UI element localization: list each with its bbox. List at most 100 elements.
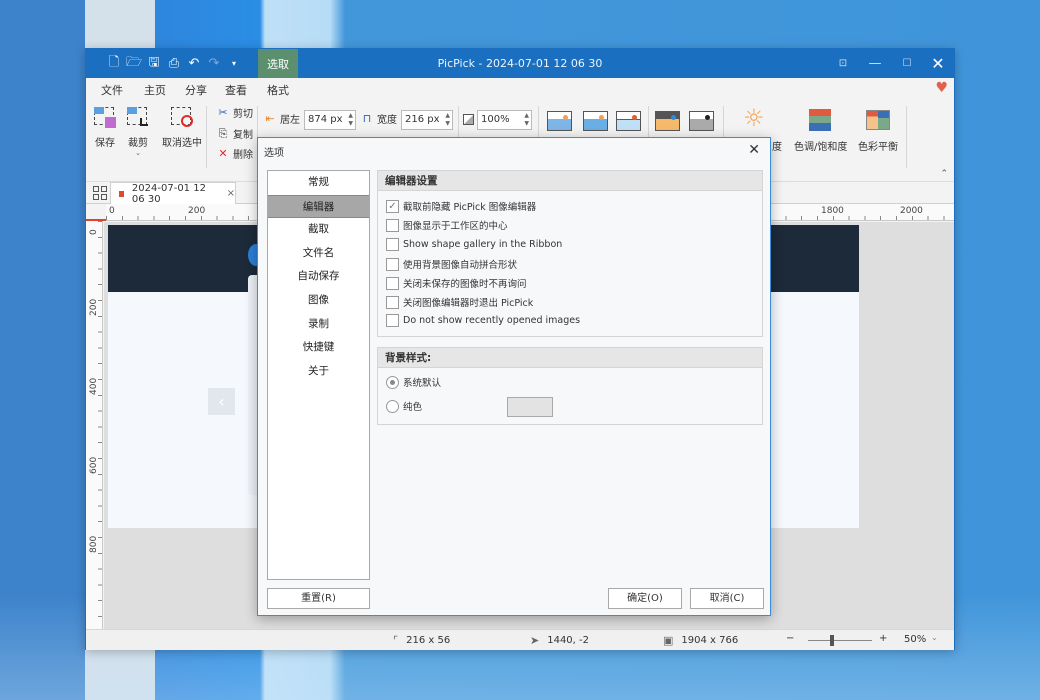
checkbox-icon[interactable]	[386, 295, 399, 309]
nav-item-editor[interactable]: 编辑器	[268, 194, 369, 219]
nav-item-about[interactable]: 关于	[268, 360, 369, 384]
checkbox-icon[interactable]	[386, 314, 399, 327]
option-label: 关闭图像编辑器时退出 PicPick	[403, 298, 534, 309]
option-label: 关闭未保存的图像时不再询问	[403, 279, 527, 290]
cancel-button[interactable]: 取消(C)	[690, 588, 764, 609]
deselect-icon	[169, 106, 195, 128]
quick-access-toolbar: 🗋 🗁 🖫 ⎙ ↶ ↷ ▾	[104, 49, 244, 78]
brightness-icon[interactable]: ☼	[743, 104, 765, 132]
ruler-label: 200	[188, 206, 206, 216]
radio-system-default[interactable]: 系统默认	[386, 375, 441, 389]
hue-saturation-icon[interactable]	[809, 109, 831, 131]
minimize-icon[interactable]: —	[859, 49, 891, 78]
hue-saturation-label[interactable]: 色调/饱和度	[794, 138, 847, 153]
nav-item-capture[interactable]: 截取	[268, 218, 369, 242]
ruler-label: 2000	[900, 206, 923, 216]
effect-outline-icon[interactable]	[616, 111, 641, 131]
dialog-title: 选项	[264, 148, 284, 159]
nav-item-autosave[interactable]: 自动保存	[268, 265, 369, 289]
effect-blur-icon[interactable]	[547, 111, 572, 131]
menu-format[interactable]: 格式	[267, 82, 289, 103]
nav-item-image[interactable]: 图像	[268, 289, 369, 313]
new-icon[interactable]: 🗋	[104, 54, 124, 74]
close-icon[interactable]: ✕	[922, 49, 954, 78]
thumbnail-view-icon[interactable]	[93, 186, 107, 200]
spinner-arrows-icon[interactable]: ▲ ▼	[445, 112, 450, 128]
color-balance-icon[interactable]	[866, 110, 890, 130]
zoom-dropdown-icon[interactable]: ⌄	[931, 633, 938, 642]
option-no-ask-unsaved[interactable]: 关闭未保存的图像时不再询问	[386, 276, 527, 290]
crop-dropdown-icon[interactable]: ⌄	[135, 149, 141, 157]
undo-icon[interactable]: ↶	[184, 54, 204, 74]
dialog-close-icon[interactable]: ✕	[748, 142, 760, 158]
option-auto-merge-shapes[interactable]: 使用背景图像自动拼合形状	[386, 257, 517, 271]
close-tab-icon[interactable]: ×	[227, 188, 235, 199]
reset-button[interactable]: 重置(R)	[267, 588, 370, 609]
effect-sharpen-icon[interactable]	[583, 111, 608, 131]
nav-item-record[interactable]: 录制	[268, 313, 369, 337]
zoom-input[interactable]: 100% ▲ ▼	[477, 110, 532, 130]
collapse-ribbon-icon[interactable]: ⌃	[940, 169, 948, 179]
crop-button[interactable]: 裁剪 ⌄	[125, 106, 151, 157]
option-exit-on-close[interactable]: 关闭图像编辑器时退出 PicPick	[386, 295, 533, 309]
zoom-slider-thumb[interactable]	[829, 635, 834, 646]
checkbox-icon[interactable]	[386, 218, 399, 232]
image-size-status: ▣ 1904 x 766	[663, 634, 738, 647]
ruler-label: 0	[109, 206, 115, 216]
save-icon[interactable]: 🖫	[144, 54, 164, 74]
menu-share[interactable]: 分享	[185, 82, 207, 98]
print-icon[interactable]: ⎙	[164, 54, 184, 74]
editor-settings-group: 编辑器设置 ✓ 截取前隐藏 PicPick 图像编辑器 图像显示于工作区的中心 …	[377, 170, 763, 337]
document-tab-label: 2024-07-01 12 06 30	[131, 182, 206, 205]
option-label: Show shape gallery in the Ribbon	[403, 239, 563, 250]
solid-color-swatch[interactable]	[507, 397, 553, 417]
menu-file[interactable]: 文件	[101, 82, 123, 98]
open-icon[interactable]: 🗁	[124, 54, 144, 74]
nav-item-general[interactable]: 常规	[268, 171, 369, 195]
zoom-out-icon[interactable]: −	[786, 633, 794, 644]
nav-item-filename[interactable]: 文件名	[268, 242, 369, 266]
spinner-arrows-icon[interactable]: ▲ ▼	[348, 112, 353, 128]
checkbox-icon[interactable]	[386, 276, 399, 290]
radio-selected-icon[interactable]	[386, 375, 399, 389]
left-position-input[interactable]: 874 px ▲ ▼	[304, 110, 356, 130]
maximize-icon[interactable]: ☐	[891, 49, 923, 78]
cut-button[interactable]: ✂ 剪切	[216, 105, 253, 120]
option-center-image[interactable]: 图像显示于工作区的中心	[386, 218, 508, 232]
checkbox-checked-icon[interactable]: ✓	[386, 199, 399, 213]
radio-icon[interactable]	[386, 399, 399, 413]
document-tab[interactable]: 2024-07-01 12 06 30 ×	[110, 182, 236, 205]
zoom-in-icon[interactable]: +	[879, 633, 887, 644]
zoom-slider[interactable]	[808, 640, 872, 641]
width-input[interactable]: 216 px ▲ ▼	[401, 110, 453, 130]
options-nav: 常规 编辑器 截取 文件名 自动保存 图像 录制 快捷键 关于	[267, 170, 370, 580]
option-hide-recent[interactable]: Do not show recently opened images	[386, 314, 580, 327]
checkbox-icon[interactable]	[386, 238, 399, 251]
nav-item-hotkeys[interactable]: 快捷键	[268, 336, 369, 360]
option-shape-gallery[interactable]: Show shape gallery in the Ribbon	[386, 238, 562, 251]
option-hide-before-capture[interactable]: ✓ 截取前隐藏 PicPick 图像编辑器	[386, 199, 536, 213]
crop-label: 裁剪	[128, 138, 148, 149]
deselect-button[interactable]: 取消选中	[162, 106, 202, 149]
copy-button[interactable]: ⎘ 复制	[216, 126, 253, 142]
checkbox-icon[interactable]	[386, 257, 399, 271]
heart-icon[interactable]: ♥	[935, 80, 948, 96]
color-balance-label[interactable]: 色彩平衡	[858, 138, 898, 153]
radio-solid-color[interactable]: 纯色	[386, 399, 422, 413]
menu-view[interactable]: 查看	[225, 82, 247, 98]
save-button[interactable]: 保存	[92, 106, 118, 149]
image-size-icon: ▣	[663, 634, 674, 647]
effect-grayscale-icon[interactable]	[689, 111, 714, 131]
redo-icon[interactable]: ↷	[204, 54, 224, 74]
delete-button[interactable]: ✕ 删除	[216, 146, 253, 161]
context-tab-select[interactable]: 选取	[258, 49, 298, 78]
cut-label: 剪切	[233, 109, 253, 120]
capture-icon[interactable]: ⊡	[827, 49, 859, 78]
effect-invert-icon[interactable]	[655, 111, 680, 131]
dropdown-icon[interactable]: ▾	[224, 54, 244, 74]
ok-button[interactable]: 确定(O)	[608, 588, 682, 609]
width-icon: ⊓	[362, 112, 372, 125]
zoom-level-value[interactable]: 50%	[904, 634, 926, 645]
menu-home[interactable]: 主页	[144, 82, 166, 98]
spinner-arrows-icon[interactable]: ▲ ▼	[524, 112, 529, 128]
